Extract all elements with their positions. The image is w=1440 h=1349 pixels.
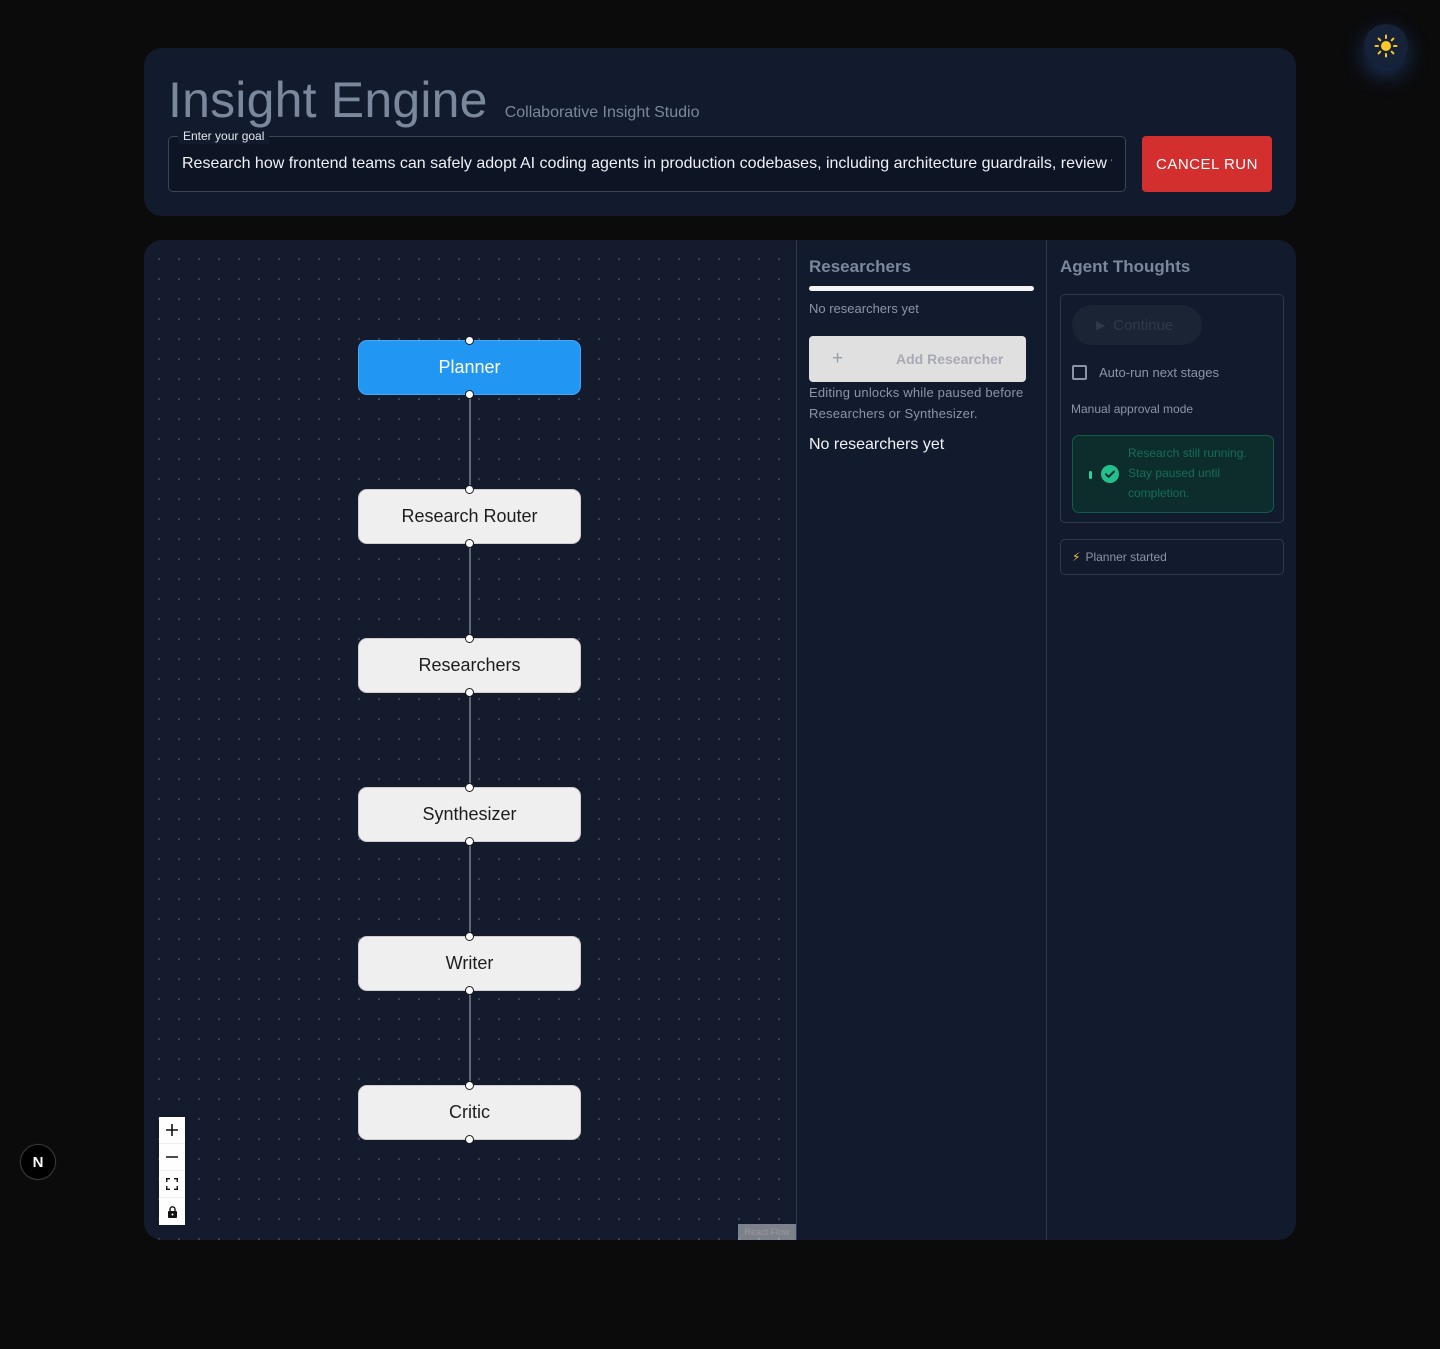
approval-box: ▶ Continue Auto-run next stages Manual a… bbox=[1060, 294, 1284, 523]
node-label: Research Router bbox=[401, 506, 538, 526]
researchers-panel: Researchers No researchers yet + Add Res… bbox=[809, 240, 1034, 1240]
plus-icon: + bbox=[832, 348, 844, 369]
app-title: Insight Engine bbox=[168, 72, 488, 128]
node-handle-top[interactable] bbox=[465, 336, 474, 345]
auto-run-row: Auto-run next stages bbox=[1072, 365, 1219, 380]
react-flow-attribution[interactable]: React Flow bbox=[738, 1224, 796, 1240]
node-planner[interactable]: Planner bbox=[358, 336, 581, 399]
node-handle-bottom[interactable] bbox=[465, 1135, 474, 1144]
thought-text: Planner started bbox=[1085, 550, 1167, 564]
flow-canvas[interactable]: Planner Research Router Researchers Synt… bbox=[144, 240, 796, 1240]
node-handle-bottom[interactable] bbox=[465, 986, 474, 995]
agent-thoughts-panel: Agent Thoughts ▶ Continue Auto-run next … bbox=[1060, 240, 1284, 1240]
lightning-icon: ⚡ bbox=[1072, 550, 1081, 564]
node-label: Researchers bbox=[418, 655, 521, 675]
researchers-progress bbox=[809, 286, 1034, 291]
node-handle-bottom[interactable] bbox=[465, 688, 474, 697]
theme-toggle-button[interactable] bbox=[1364, 24, 1408, 68]
researchers-status: No researchers yet bbox=[809, 301, 919, 316]
add-researcher-label: Add Researcher bbox=[896, 351, 1004, 367]
node-handle-bottom[interactable] bbox=[465, 837, 474, 846]
approval-mode-text: Manual approval mode bbox=[1071, 402, 1194, 416]
app-subtitle: Collaborative Insight Studio bbox=[504, 104, 700, 121]
lock-button[interactable] bbox=[159, 1198, 185, 1225]
continue-label: Continue bbox=[1113, 316, 1174, 334]
spinner-icon bbox=[1089, 471, 1092, 479]
auto-run-checkbox[interactable] bbox=[1072, 365, 1087, 380]
node-critic[interactable]: Critic bbox=[358, 1081, 581, 1144]
researchers-empty-note: No researchers yet bbox=[809, 436, 945, 453]
researchers-progress-fill bbox=[809, 286, 1034, 291]
node-synthesizer[interactable]: Synthesizer bbox=[358, 783, 581, 846]
node-handle-top[interactable] bbox=[465, 634, 474, 643]
node-writer[interactable]: Writer bbox=[358, 932, 581, 995]
header-card: Insight Engine Collaborative Insight Stu… bbox=[144, 48, 1296, 216]
panel-divider bbox=[796, 240, 797, 1240]
editing-hint: Editing unlocks while paused before Rese… bbox=[809, 385, 1024, 421]
status-alert: Research still running. Stay paused unti… bbox=[1072, 435, 1274, 513]
node-label: Critic bbox=[449, 1102, 490, 1122]
title-row: Insight Engine Collaborative Insight Stu… bbox=[168, 74, 699, 126]
node-research-router[interactable]: Research Router bbox=[358, 485, 581, 548]
check-circle-icon bbox=[1101, 465, 1119, 483]
fit-view-button[interactable] bbox=[159, 1171, 185, 1198]
node-label: Synthesizer bbox=[422, 804, 517, 824]
agent-thoughts-title: Agent Thoughts bbox=[1060, 257, 1191, 276]
fit-view-icon bbox=[166, 1178, 178, 1190]
goal-field[interactable]: Enter your goal bbox=[168, 128, 1126, 192]
node-handle-top[interactable] bbox=[465, 485, 474, 494]
minus-icon bbox=[166, 1156, 178, 1158]
node-label: Writer bbox=[445, 953, 494, 973]
continue-button[interactable]: ▶ Continue bbox=[1072, 305, 1202, 345]
node-handle-top[interactable] bbox=[465, 783, 474, 792]
sun-icon bbox=[1374, 34, 1398, 58]
zoom-in-button[interactable] bbox=[159, 1117, 185, 1144]
nextjs-logo-icon: N bbox=[32, 1153, 44, 1171]
node-handle-bottom[interactable] bbox=[465, 390, 474, 399]
flow-controls bbox=[159, 1117, 185, 1225]
zoom-out-button[interactable] bbox=[159, 1144, 185, 1171]
auto-run-label: Auto-run next stages bbox=[1099, 365, 1219, 380]
panel-divider bbox=[1046, 240, 1047, 1240]
node-handle-top[interactable] bbox=[465, 1081, 474, 1090]
thought-item: ⚡ Planner started bbox=[1060, 539, 1284, 575]
cancel-run-button[interactable]: CANCEL RUN bbox=[1142, 136, 1272, 192]
main-card: Planner Research Router Researchers Synt… bbox=[144, 240, 1296, 1240]
lock-icon bbox=[167, 1205, 177, 1218]
node-handle-bottom[interactable] bbox=[465, 539, 474, 548]
node-handle-top[interactable] bbox=[465, 932, 474, 941]
goal-input[interactable] bbox=[182, 137, 1112, 191]
researchers-title: Researchers bbox=[809, 257, 912, 276]
nextjs-badge[interactable]: N bbox=[20, 1144, 56, 1180]
play-icon: ▶ bbox=[1096, 318, 1106, 332]
node-researchers[interactable]: Researchers bbox=[358, 634, 581, 697]
add-researcher-button[interactable]: + Add Researcher bbox=[809, 336, 1026, 382]
plus-icon bbox=[166, 1124, 178, 1136]
node-label: Planner bbox=[438, 357, 501, 377]
status-alert-text: Research still running. Stay paused unti… bbox=[1128, 446, 1247, 500]
